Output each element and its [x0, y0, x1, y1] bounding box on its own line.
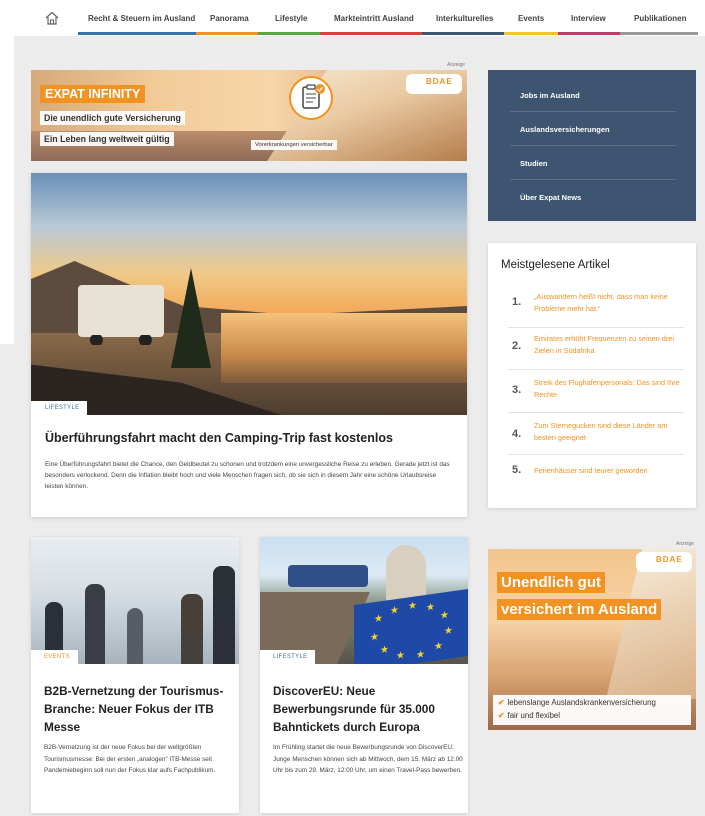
most-read-divider [508, 454, 684, 455]
top-navigation: Recht & Steuern im Ausland Panorama Life… [0, 0, 705, 36]
article-teaser: Im Frühling startet die neue Bewerbungsr… [273, 744, 463, 774]
nav-underline-panorama [196, 32, 258, 35]
menu-item-ueber-expat-news[interactable]: Über Expat News [520, 193, 581, 202]
nav-item-events[interactable]: Events [518, 14, 544, 23]
side-ad-bullets: ✔ lebenslange Auslandskrankenversicherung… [493, 695, 691, 725]
most-read-divider [508, 412, 684, 413]
svg-text:★: ★ [374, 613, 383, 625]
most-read-number: 3. [512, 384, 522, 396]
image-lake [221, 313, 467, 383]
nav-item-markteintritt[interactable]: Markteintritt Ausland [334, 14, 414, 23]
nav-underline-recht [78, 32, 196, 35]
menu-item-jobs[interactable]: Jobs im Ausland [520, 91, 580, 100]
most-read-link[interactable]: Zum Sternegucken sind diese Länder am be… [534, 420, 684, 444]
most-read-link[interactable]: Streik des Flughafenpersonals: Das sind … [534, 377, 684, 401]
most-read-box: Meistgelesene Artikel 1. „Auswandern hei… [488, 243, 696, 508]
ad-caption: Vorerkrankungen versicherbar [251, 140, 337, 150]
image-train [288, 565, 368, 587]
article-image-itb[interactable] [31, 537, 239, 664]
nav-item-panorama[interactable]: Panorama [210, 14, 249, 23]
side-ad-line2: versichert im Ausland [497, 599, 662, 620]
article-card-discovereu[interactable]: ★ ★ ★ ★ ★ ★ ★ ★ ★ ★ ★ LIFESTYLE DiscoverEU: Neu… [260, 537, 468, 813]
nav-underline-publikationen [620, 32, 698, 35]
most-read-divider [508, 369, 684, 370]
bdae-logo: BDAE [406, 74, 462, 94]
left-panel-edge [0, 36, 14, 344]
sidebar-menu: Jobs im Ausland Auslandsversicherungen S… [488, 70, 696, 221]
svg-text:★: ★ [416, 649, 425, 661]
clipboard-icon [289, 76, 333, 120]
side-ad-bullet-text: fair und flexibel [507, 711, 560, 720]
ad-label: Anzeige [447, 62, 466, 68]
svg-text:★: ★ [370, 632, 379, 644]
article-title[interactable]: B2B-Vernetzung der Tourismus-Branche: Ne… [44, 682, 232, 736]
nav-item-interview[interactable]: Interview [571, 14, 606, 23]
side-ad-line1: Unendlich gut [497, 572, 605, 593]
article-image-discovereu[interactable]: ★ ★ ★ ★ ★ ★ ★ ★ ★ ★ ★ [260, 537, 468, 664]
featured-category-badge[interactable]: LIFESTYLE [31, 401, 88, 415]
image-person [85, 584, 105, 664]
image-person [181, 594, 203, 664]
ad-line1: Die unendlich gute Versicherung [40, 111, 185, 125]
nav-item-lifestyle[interactable]: Lifestyle [275, 14, 307, 23]
article-card-itb[interactable]: EVENTS B2B-Vernetzung der Tourismus-Bran… [31, 537, 239, 813]
most-read-number: 5. [512, 464, 522, 476]
most-read-title: Meistgelesene Artikel [501, 259, 610, 271]
nav-underline-lifestyle [258, 32, 320, 35]
nav-item-interkulturelles[interactable]: Interkulturelles [436, 14, 493, 23]
article-teaser: B2B-Vernetzung ist der neue Fokus bei de… [44, 744, 216, 774]
featured-article-title[interactable]: Überführungsfahrt macht den Camping-Trip… [45, 431, 393, 445]
menu-divider [510, 179, 676, 180]
side-ad-bullet-text: lebenslange Auslandskrankenversicherung [507, 698, 656, 707]
article-category-badge[interactable]: LIFESTYLE [260, 650, 316, 664]
most-read-link[interactable]: Ferienhäuser sind teurer geworden [534, 465, 684, 477]
ad-label: Anzeige [676, 541, 695, 547]
featured-article-card[interactable]: LIFESTYLE Überführungsfahrt macht den Ca… [31, 173, 467, 517]
svg-text:★: ★ [396, 650, 405, 662]
svg-text:★: ★ [434, 641, 443, 653]
eu-flag-image: ★ ★ ★ ★ ★ ★ ★ ★ ★ ★ ★ [354, 588, 468, 664]
featured-article-teaser: Eine Überführungsfahrt bietet die Chance… [45, 461, 450, 490]
nav-underline-interview [558, 32, 620, 35]
bdae-logo: BDAE [636, 552, 692, 572]
menu-item-auslandsversicherungen[interactable]: Auslandsversicherungen [520, 125, 610, 134]
svg-text:★: ★ [408, 600, 417, 612]
side-ad-bullet: ✔ fair und flexibel [498, 711, 560, 720]
article-title[interactable]: DiscoverEU: Neue Bewerbungsrunde für 35.… [273, 682, 461, 736]
featured-article-image[interactable] [31, 173, 467, 415]
nav-item-recht-steuern[interactable]: Recht & Steuern im Ausland [88, 14, 195, 23]
article-category-badge[interactable]: EVENTS [31, 650, 78, 664]
most-read-divider [508, 327, 684, 328]
menu-item-studien[interactable]: Studien [520, 159, 548, 168]
side-ad-bullet: ✔ lebenslange Auslandskrankenversicherung [498, 698, 656, 707]
check-icon: ✔ [498, 698, 505, 707]
most-read-number: 2. [512, 340, 522, 352]
nav-item-publikationen[interactable]: Publikationen [634, 14, 686, 23]
top-advertisement[interactable]: EXPAT INFINITY Die unendlich gute Versic… [31, 70, 467, 161]
check-icon: ✔ [498, 711, 505, 720]
menu-divider [510, 111, 676, 112]
most-read-number: 1. [512, 296, 522, 308]
svg-text:★: ★ [380, 644, 389, 656]
svg-text:★: ★ [390, 605, 399, 617]
image-person [213, 566, 235, 664]
nav-underline-events [504, 32, 558, 35]
svg-text:★: ★ [444, 625, 453, 637]
home-icon[interactable] [44, 10, 60, 26]
svg-text:★: ★ [440, 610, 449, 622]
bdae-logo-text: BDAE [426, 77, 453, 86]
ad-headline: EXPAT INFINITY [40, 85, 146, 103]
bdae-logo-text: BDAE [656, 555, 683, 564]
most-read-link[interactable]: Emirates erhöht Frequenzen zu seinen dre… [534, 333, 684, 357]
nav-underline-interkulturelles [422, 32, 504, 35]
ad-line2: Ein Leben lang weltweit gültig [40, 132, 174, 146]
svg-text:★: ★ [426, 602, 435, 614]
most-read-link[interactable]: „Auswandern heißt nicht, dass man keine … [534, 291, 684, 315]
side-advertisement[interactable]: BDAE Unendlich gut versichert im Ausland… [488, 549, 696, 730]
menu-divider [510, 145, 676, 146]
nav-underline-markteintritt [320, 32, 422, 35]
image-person [127, 608, 143, 664]
most-read-number: 4. [512, 428, 522, 440]
image-camper-van [78, 285, 164, 345]
